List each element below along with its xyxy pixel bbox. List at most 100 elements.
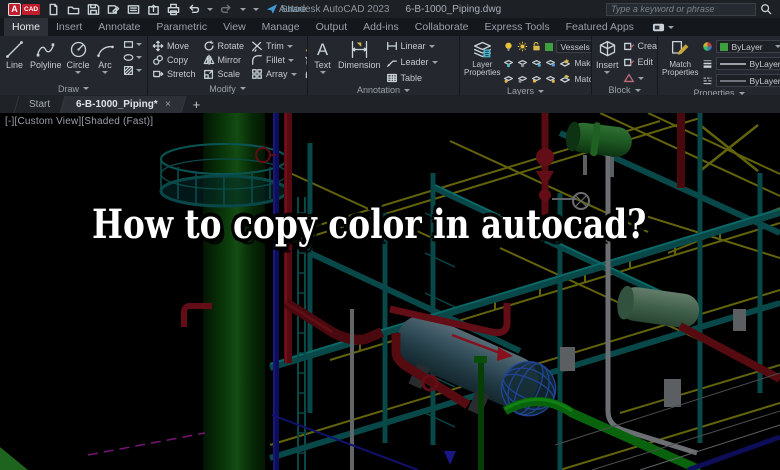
arc-button[interactable]: Arc [95, 39, 116, 75]
tab-home[interactable]: Home [4, 18, 49, 36]
rectangle-tool-button[interactable] [123, 39, 142, 50]
rotate-button[interactable]: Rotate [203, 39, 244, 53]
color-select[interactable]: ByLayer [716, 40, 780, 53]
draw-panel-label[interactable]: Draw [0, 82, 147, 95]
dimension-button[interactable]: Dimension [338, 39, 381, 70]
share-button[interactable]: Share [266, 3, 306, 15]
layer-properties-button[interactable]: Layer Properties [464, 39, 500, 78]
tab-manage[interactable]: Manage [254, 18, 308, 36]
move-button[interactable]: Move [152, 39, 196, 53]
arc-dropdown-caret[interactable] [102, 71, 109, 75]
edit-block-button[interactable]: Edit [623, 55, 657, 69]
layer-tool-7[interactable] [531, 73, 542, 84]
text-button[interactable]: A Text [312, 39, 333, 75]
viewport-canvas[interactable]: [-][Custom View][Shaded (Fast)] How to c… [0, 113, 780, 470]
make-current-button[interactable]: Make Current [559, 56, 591, 70]
search-input[interactable] [606, 2, 756, 16]
match-properties-button[interactable]: Match Properties [662, 39, 698, 78]
modify-panel-label[interactable]: Modify [148, 82, 307, 95]
create-block-button[interactable]: Create [623, 39, 657, 53]
text-caret[interactable] [319, 71, 326, 75]
insert-block-icon [599, 40, 615, 57]
lineweight-select[interactable]: ByLayer [716, 57, 780, 70]
tab-output[interactable]: Output [308, 18, 356, 36]
undo-dropdown-caret[interactable] [207, 7, 214, 11]
object-color-button[interactable] [702, 41, 713, 52]
arc-label: Arc [98, 60, 112, 70]
layer-select[interactable]: Vessels [556, 40, 591, 53]
tab-view[interactable]: View [215, 18, 254, 36]
hatch-tool-button[interactable] [123, 65, 142, 76]
redo-dropdown-caret[interactable] [240, 7, 247, 11]
layer-tool-3[interactable] [531, 57, 542, 68]
properties-panel-label[interactable]: Properties [658, 88, 780, 95]
circle-dropdown-caret[interactable] [75, 71, 82, 75]
tab-insert[interactable]: Insert [48, 18, 90, 36]
autocad-logo-icon: A [8, 2, 21, 16]
undo-button[interactable] [187, 3, 200, 16]
linetype-button[interactable] [702, 75, 713, 86]
panel-annotation: A Text Dimension Linear Leader Table Ann… [308, 36, 460, 95]
leader-button[interactable]: Leader [386, 55, 438, 69]
close-tab-icon[interactable]: × [165, 99, 171, 110]
lightbulb-icon [505, 42, 513, 51]
new-tab-button[interactable]: + [184, 96, 210, 113]
scale-button[interactable]: Scale [203, 67, 245, 81]
tab-featured-apps[interactable]: Featured Apps [558, 18, 642, 36]
polyline-button[interactable]: Polyline [30, 39, 62, 70]
layer-tool-5[interactable] [503, 73, 514, 84]
layer-tool-6[interactable] [517, 73, 528, 84]
new-file-button[interactable] [47, 3, 60, 16]
lineweight-button[interactable] [702, 58, 713, 69]
app-menu-button[interactable]: A CAD [8, 2, 41, 16]
layer-tool-1[interactable] [503, 57, 514, 68]
linetype-select[interactable]: ByLayer [716, 74, 780, 87]
edit-attributes-button[interactable] [623, 71, 657, 85]
tab-express-tools[interactable]: Express Tools [476, 18, 557, 36]
stretch-icon [153, 70, 164, 78]
redo-button[interactable] [220, 3, 233, 16]
layer-tool-8[interactable] [545, 73, 556, 84]
tab-collaborate[interactable]: Collaborate [407, 18, 477, 36]
dimension-icon [351, 40, 367, 59]
plot-preview-button[interactable] [127, 3, 140, 16]
layer-tool-2[interactable] [517, 57, 528, 68]
tab-annotate[interactable]: Annotate [90, 18, 148, 36]
copy-button[interactable]: Copy [152, 53, 196, 67]
ribbon-display-toggle[interactable] [652, 18, 674, 36]
file-tab-document[interactable]: 6-B-1000_Piping* × [60, 96, 187, 113]
array-button[interactable]: Array [251, 67, 297, 81]
layer-color-swatch[interactable] [545, 42, 554, 51]
layer-freeze-button[interactable] [517, 41, 528, 52]
save-as-button[interactable] [107, 3, 120, 16]
tab-parametric[interactable]: Parametric [148, 18, 215, 36]
ellipse-tool-button[interactable] [123, 52, 142, 63]
match-layer-button[interactable]: Match Layer [559, 72, 591, 86]
tab-add-ins[interactable]: Add-ins [355, 18, 407, 36]
trim-button[interactable]: Trim [251, 39, 297, 53]
block-panel-label[interactable]: Block [592, 85, 657, 95]
insert-button[interactable]: Insert [596, 39, 619, 75]
linear-button[interactable]: Linear [386, 39, 438, 53]
annotation-panel-label[interactable]: Annotation [308, 85, 459, 95]
search-icon[interactable] [760, 3, 772, 15]
insert-caret[interactable] [604, 71, 611, 75]
table-button[interactable]: Table [386, 71, 438, 85]
layers-panel-label[interactable]: Layers [460, 86, 591, 95]
open-file-button[interactable] [67, 3, 80, 16]
customize-toolbar-caret[interactable] [253, 7, 260, 11]
print-button[interactable] [167, 3, 180, 16]
layer-tool-4[interactable] [545, 57, 556, 68]
svg-text:A: A [317, 40, 329, 59]
publish-button[interactable] [147, 3, 160, 16]
viewport-controls[interactable]: [-][Custom View][Shaded (Fast)] [5, 116, 153, 127]
circle-button[interactable]: Circle [67, 39, 90, 75]
stretch-button[interactable]: Stretch [152, 67, 196, 81]
fillet-button[interactable]: Fillet [251, 53, 297, 67]
line-button[interactable]: Line [4, 39, 25, 70]
layer-lock-button[interactable] [531, 41, 542, 52]
layer-off-button[interactable] [503, 41, 514, 52]
save-button[interactable] [87, 3, 100, 16]
mirror-button[interactable]: Mirror [203, 53, 245, 67]
file-tab-start[interactable]: Start [13, 96, 66, 113]
